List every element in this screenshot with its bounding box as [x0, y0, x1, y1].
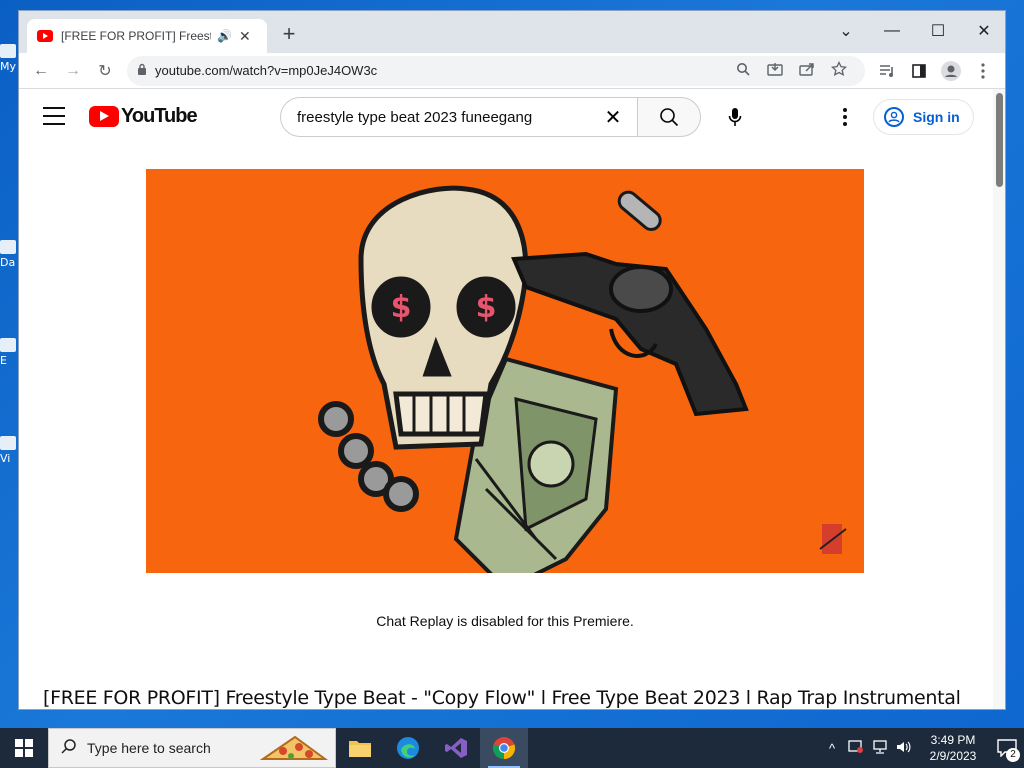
tab-strip: [FREE FOR PROFIT] Freestyle 🔊 ✕ + ⌄ — ☐ …	[19, 11, 1005, 53]
audio-playing-icon[interactable]: 🔊	[217, 29, 232, 43]
search-lens-icon[interactable]	[727, 62, 759, 79]
search-icon	[61, 738, 77, 759]
desktop-icon-1[interactable]: My	[0, 44, 18, 73]
browser-menu-icon[interactable]	[967, 57, 999, 85]
search-icon	[660, 108, 679, 127]
chat-replay-notice: Chat Replay is disabled for this Premier…	[376, 613, 634, 629]
taskbar-chrome[interactable]	[480, 728, 528, 768]
search-highlight-pizza-icon	[259, 733, 329, 768]
profile-avatar[interactable]	[935, 57, 967, 85]
notification-count-badge: 2	[1006, 748, 1020, 762]
tab-close-icon[interactable]: ✕	[239, 28, 251, 45]
url-text[interactable]: youtube.com/watch?v=mp0JeJ4OW3c	[155, 63, 727, 78]
windows-logo-icon	[15, 739, 33, 757]
chrome-window: [FREE FOR PROFIT] Freestyle 🔊 ✕ + ⌄ — ☐ …	[18, 10, 1006, 710]
scrollbar-thumb[interactable]	[996, 93, 1003, 187]
desktop-icon-2[interactable]: Da	[0, 240, 18, 269]
youtube-wordmark: YouTube	[121, 105, 198, 127]
bookmark-star-icon[interactable]	[823, 60, 855, 80]
security-alert-icon[interactable]	[844, 739, 868, 757]
taskbar-clock[interactable]: 3:49 PM 2/9/2023	[922, 732, 984, 764]
share-icon[interactable]	[791, 62, 823, 79]
media-controls-icon[interactable]	[871, 57, 903, 85]
volume-icon[interactable]	[892, 740, 916, 757]
desktop-icon-3[interactable]: E	[0, 338, 18, 367]
visual-studio-icon	[445, 738, 467, 758]
network-icon[interactable]	[868, 739, 892, 757]
tab-search-button[interactable]: ⌄	[823, 17, 869, 45]
guide-menu-icon[interactable]	[43, 107, 65, 125]
page-scrollbar[interactable]	[993, 89, 1005, 709]
system-tray: ^ 3:49 PM 2/9/2023 2	[820, 728, 1024, 768]
video-player[interactable]: $ $	[146, 169, 864, 573]
taskbar-file-explorer[interactable]	[336, 728, 384, 768]
account-circle-icon	[884, 107, 904, 127]
start-button[interactable]	[0, 728, 48, 768]
taskbar-search-placeholder: Type here to search	[87, 740, 211, 756]
sign-in-button[interactable]: Sign in	[873, 99, 974, 135]
desktop-app-icon	[0, 240, 16, 254]
tab-youtube[interactable]: [FREE FOR PROFIT] Freestyle 🔊 ✕	[27, 19, 267, 53]
clock-time: 3:49 PM	[930, 733, 976, 747]
close-window-button[interactable]: ✕	[961, 17, 1005, 45]
install-app-icon[interactable]	[759, 62, 791, 79]
desktop-icon-4[interactable]: Vi	[0, 436, 18, 465]
notification-center-button[interactable]: 2	[990, 728, 1024, 768]
address-bar[interactable]: youtube.com/watch?v=mp0JeJ4OW3c	[127, 55, 865, 86]
microphone-icon	[728, 108, 742, 126]
folder-icon	[349, 741, 371, 757]
left-eye-dollar-sign: $	[391, 290, 412, 325]
youtube-play-icon	[89, 106, 119, 127]
reload-button[interactable]: ↻	[89, 57, 121, 85]
forward-button[interactable]: →	[57, 57, 89, 85]
youtube-favicon-icon	[37, 30, 53, 42]
desktop-app-icon	[0, 44, 16, 58]
settings-menu-icon[interactable]	[829, 101, 861, 133]
clear-search-icon[interactable]: ✕	[601, 105, 625, 130]
maximize-button[interactable]: ☐	[915, 17, 961, 45]
new-tab-button[interactable]: +	[277, 23, 301, 45]
search-input[interactable]: freestyle type beat 2023 funeegang ✕	[280, 97, 638, 137]
search-button[interactable]	[637, 97, 701, 137]
taskbar-edge[interactable]	[384, 728, 432, 768]
search-query[interactable]: freestyle type beat 2023 funeegang	[297, 109, 601, 126]
sign-in-label: Sign in	[913, 109, 960, 125]
windows-taskbar: Type here to search ^ 3:49 PM 2/9/2023 2	[0, 728, 1024, 768]
browser-toolbar: ← → ↻ youtube.com/watch?v=mp0JeJ4OW3c	[19, 53, 1005, 89]
taskbar-visual-studio[interactable]	[432, 728, 480, 768]
desktop-app-icon	[0, 436, 16, 450]
desktop-app-icon	[0, 338, 16, 352]
youtube-page: YouTube freestyle type beat 2023 funeega…	[19, 89, 1005, 709]
edge-browser-icon	[397, 737, 419, 759]
chrome-browser-icon	[492, 737, 516, 760]
lock-icon[interactable]	[137, 63, 147, 78]
youtube-masthead: YouTube freestyle type beat 2023 funeega…	[19, 89, 1005, 145]
tab-title: [FREE FOR PROFIT] Freestyle	[61, 29, 211, 43]
back-button[interactable]: ←	[25, 57, 57, 85]
right-eye-dollar-sign: $	[476, 290, 497, 325]
youtube-logo[interactable]: YouTube	[89, 105, 198, 128]
clock-date: 2/9/2023	[929, 749, 977, 763]
taskbar-search-box[interactable]: Type here to search	[48, 728, 336, 768]
video-title: [FREE FOR PROFIT] Freestyle Type Beat - …	[43, 687, 961, 709]
side-panel-icon[interactable]	[903, 57, 935, 85]
show-hidden-icons-chevron-icon[interactable]: ^	[820, 741, 844, 756]
minimize-button[interactable]: —	[869, 17, 915, 45]
video-thumbnail-artwork: $ $	[146, 169, 864, 573]
voice-search-button[interactable]	[715, 97, 755, 137]
